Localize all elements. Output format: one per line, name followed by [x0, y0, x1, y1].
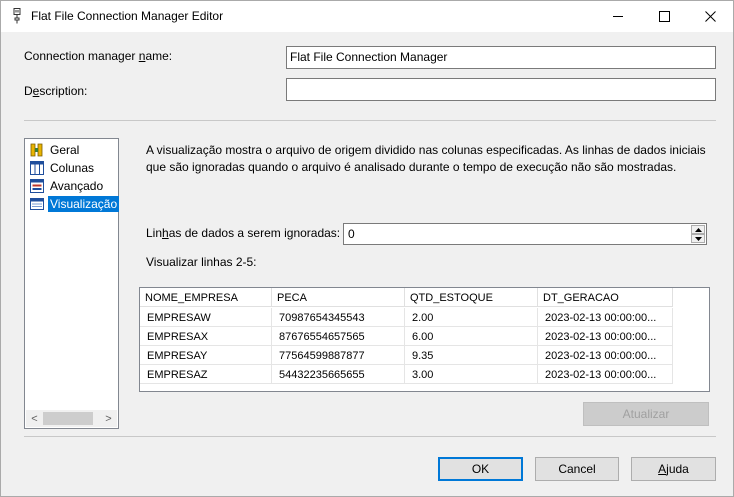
- label-part: D: [24, 84, 33, 98]
- grid-cell[interactable]: 2.00: [405, 308, 538, 327]
- title-bar: Flat File Connection Manager Editor: [1, 1, 733, 32]
- scrollbar-thumb[interactable]: [43, 412, 93, 425]
- advanced-icon: [30, 178, 44, 193]
- description-label: Description:: [24, 84, 87, 98]
- nav-item-label: Geral: [50, 142, 80, 157]
- close-button[interactable]: [687, 1, 733, 32]
- label-part: ame:: [145, 49, 173, 63]
- grid-cell[interactable]: EMPRESAY: [140, 346, 272, 365]
- grid-cell[interactable]: 2023-02-13 00:00:00...: [538, 308, 673, 327]
- dialog-window: Flat File Connection Manager Editor Conn…: [0, 0, 734, 497]
- nav-item-label: Colunas: [50, 160, 95, 175]
- label-part: scription:: [39, 84, 88, 98]
- grid-cell[interactable]: 87676554657565: [272, 327, 405, 346]
- close-icon: [704, 11, 716, 22]
- column-header[interactable]: PECA: [272, 288, 405, 307]
- label-part: as de dados a serem ignoradas:: [168, 226, 341, 240]
- scroll-left-arrow[interactable]: <: [26, 410, 43, 427]
- ok-button[interactable]: OK: [438, 457, 523, 481]
- label-part: Connection manager: [24, 49, 139, 63]
- nav-item-colunas[interactable]: Colunas: [29, 159, 96, 176]
- skip-rows-value[interactable]: 0: [348, 227, 355, 241]
- refresh-button[interactable]: Atualizar: [583, 402, 709, 426]
- cancel-button[interactable]: Cancel: [535, 457, 619, 481]
- description-input[interactable]: [286, 78, 716, 101]
- separator-top: [24, 120, 716, 121]
- nav-horizontal-scrollbar[interactable]: < >: [26, 410, 117, 427]
- stepper-down-button[interactable]: [691, 234, 705, 243]
- skip-rows-label: Linhas de dados a serem ignoradas:: [146, 226, 340, 240]
- caret-up-icon: [694, 227, 702, 232]
- maximize-button[interactable]: [641, 1, 687, 32]
- grid-cell[interactable]: 3.00: [405, 365, 538, 384]
- nav-item-label: Visualização: [48, 195, 120, 212]
- column-header[interactable]: QTD_ESTOQUE: [405, 288, 538, 307]
- stepper-buttons: [691, 225, 705, 243]
- grid-cell[interactable]: 2023-02-13 00:00:00...: [538, 346, 673, 365]
- preview-icon: [30, 197, 44, 210]
- preview-rows-label: Visualizar linhas 2-5:: [146, 255, 257, 269]
- columns-icon: [30, 160, 44, 175]
- grid-cell[interactable]: EMPRESAZ: [140, 365, 272, 384]
- label-mnemonic: h: [162, 226, 169, 240]
- label-part: Lin: [146, 226, 163, 240]
- column-header[interactable]: NOME_EMPRESA: [140, 288, 272, 307]
- grid-cell[interactable]: EMPRESAW: [140, 308, 272, 327]
- grid-cell[interactable]: 6.00: [405, 327, 538, 346]
- general-icon: [30, 143, 43, 156]
- nav-item-visualizacao[interactable]: Visualização: [29, 195, 120, 212]
- stepper-up-button[interactable]: [691, 225, 705, 234]
- label-mnemonic: A: [658, 462, 667, 476]
- label-part: juda: [666, 462, 689, 476]
- preview-description: A visualização mostra o arquivo de orige…: [146, 143, 706, 174]
- grid-cell[interactable]: 77564599887877: [272, 346, 405, 365]
- grid-cell[interactable]: 2023-02-13 00:00:00...: [538, 327, 673, 346]
- help-button[interactable]: Ajuda: [631, 457, 716, 481]
- window-title: Flat File Connection Manager Editor: [31, 9, 224, 23]
- nav-item-geral[interactable]: Geral: [29, 141, 81, 158]
- grid-cell[interactable]: 2023-02-13 00:00:00...: [538, 365, 673, 384]
- page-navigation-list: Geral Colunas Avançado Visualização < >: [24, 138, 120, 429]
- connection-name-label: Connection manager name:: [24, 49, 172, 63]
- grid-cell[interactable]: EMPRESAX: [140, 327, 272, 346]
- grid-cell[interactable]: 9.35: [405, 346, 538, 365]
- separator-bottom: [24, 436, 716, 437]
- nav-item-label: Avançado: [50, 178, 104, 193]
- connection-plug-icon: [13, 8, 21, 24]
- connection-name-input[interactable]: Flat File Connection Manager: [286, 46, 716, 69]
- grid-cell[interactable]: 70987654345543: [272, 308, 405, 327]
- preview-data-grid[interactable]: NOME_EMPRESA PECA QTD_ESTOQUE DT_GERACAO…: [139, 287, 710, 392]
- caret-down-icon: [694, 236, 702, 241]
- maximize-icon: [658, 11, 670, 22]
- minimize-button[interactable]: [595, 1, 641, 32]
- minimize-icon: [612, 16, 623, 17]
- nav-item-avancado[interactable]: Avançado: [29, 177, 105, 194]
- skip-rows-stepper[interactable]: 0: [343, 223, 707, 245]
- grid-cell[interactable]: 54432235665655: [272, 365, 405, 384]
- column-header[interactable]: DT_GERACAO: [538, 288, 673, 307]
- scroll-right-arrow[interactable]: >: [100, 410, 117, 427]
